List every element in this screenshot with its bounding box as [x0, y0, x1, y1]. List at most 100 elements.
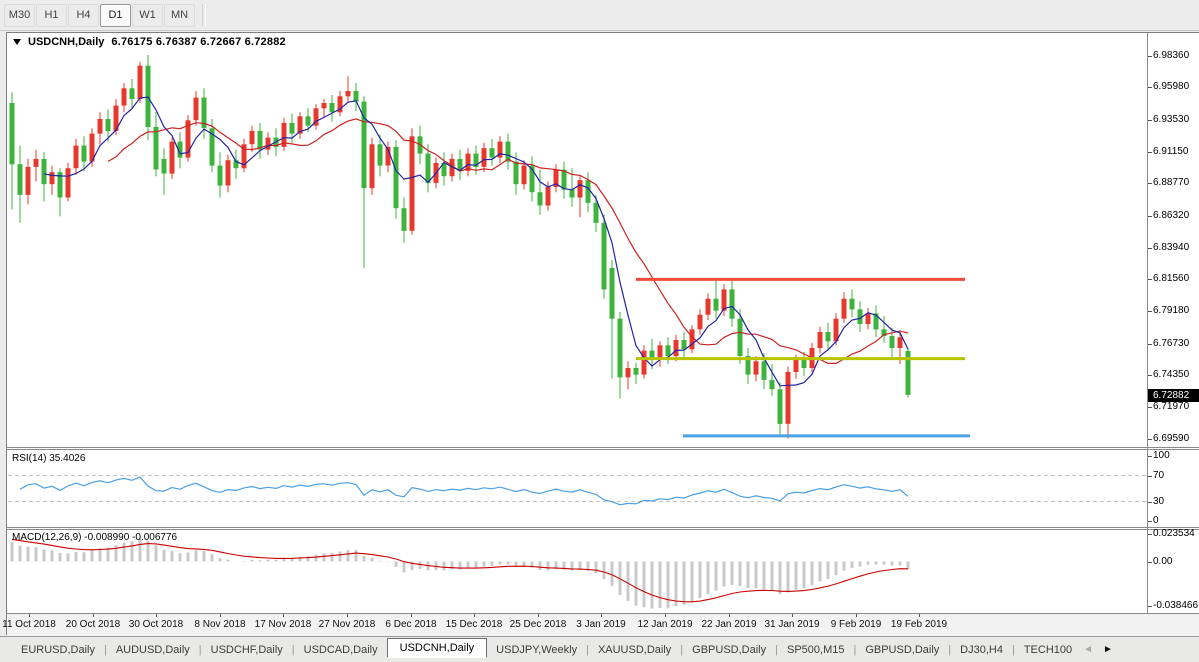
macd-axis-label: -0.038466 [1153, 600, 1198, 611]
chart-tab-audusd-daily[interactable]: AUDUSD,Daily [107, 641, 199, 659]
date-axis-label: 12 Jan 2019 [637, 619, 692, 630]
current-price-tag: 6.72882 [1148, 389, 1199, 402]
candle-body [890, 336, 895, 348]
chart-tab-dj30-h4[interactable]: DJ30,H4 [951, 641, 1012, 659]
candle-body [354, 91, 359, 102]
candle-body [546, 187, 551, 206]
date-axis-tick [220, 614, 221, 617]
candle-body [826, 332, 831, 341]
rsi-axis-label: 30 [1153, 496, 1164, 507]
candle-body [634, 368, 639, 375]
price-axis-label: 6.91150 [1153, 146, 1188, 157]
date-axis-tick [729, 614, 730, 617]
price-axis-label: 6.71970 [1153, 401, 1189, 412]
candle-body [794, 360, 799, 372]
candle-body [226, 160, 231, 185]
date-axis-label: 27 Nov 2018 [319, 619, 376, 630]
candle-body [410, 136, 415, 231]
chart-tab-usdcnh-daily[interactable]: USDCNH,Daily [387, 638, 488, 658]
candle-body [106, 119, 111, 131]
chart-tab-eurusd-daily[interactable]: EURUSD,Daily [12, 641, 104, 659]
tab-scroll-right-icon[interactable]: ► [1103, 644, 1113, 655]
candle-body [378, 144, 383, 165]
timeframe-button-d1[interactable]: D1 [100, 4, 131, 27]
price-axis-label: 6.93530 [1153, 114, 1189, 125]
candle-body [370, 144, 375, 188]
date-axis-label: 20 Oct 2018 [66, 619, 120, 630]
panel-splitter[interactable] [7, 447, 1199, 448]
macd-axis-label: 0.00 [1153, 556, 1172, 567]
candle-body [162, 159, 167, 174]
candle-body [682, 340, 687, 349]
timeframe-button-h1[interactable]: H1 [36, 4, 67, 27]
date-axis-tick [792, 614, 793, 617]
candle-body [146, 66, 151, 127]
panel-splitter[interactable] [7, 529, 1199, 530]
candle-body [66, 168, 71, 197]
price-axis-label: 6.88770 [1153, 177, 1189, 188]
chart-tab-usdjpy-weekly[interactable]: USDJPY,Weekly [487, 641, 586, 659]
macd-signal-line [12, 539, 908, 601]
candle-body [74, 146, 79, 169]
macd-axis-label: 0.023534 [1153, 528, 1195, 539]
timeframe-button-h4[interactable]: H4 [68, 4, 99, 27]
chevron-down-icon[interactable] [13, 39, 21, 45]
candle-body [426, 154, 431, 183]
panel-splitter[interactable] [7, 527, 1199, 528]
candle-body [26, 167, 31, 195]
date-axis-tick [347, 614, 348, 617]
tab-scroll-left-icon[interactable]: ◄ [1083, 644, 1093, 655]
date-axis-label: 15 Dec 2018 [446, 619, 503, 630]
macd-panel[interactable] [8, 530, 1147, 612]
date-axis-label: 19 Feb 2019 [891, 619, 947, 630]
candle-body [706, 299, 711, 315]
chart-tab-sp500-m15[interactable]: SP500,M15 [778, 641, 853, 659]
candle-body [250, 131, 255, 144]
timeframe-button-m30[interactable]: M30 [4, 4, 35, 27]
date-axis-label: 8 Nov 2018 [194, 619, 245, 630]
date-axis-label: 3 Jan 2019 [576, 619, 626, 630]
chart-tab-usdcad-daily[interactable]: USDCAD,Daily [295, 641, 387, 659]
date-axis[interactable]: 11 Oct 201820 Oct 201830 Oct 20188 Nov 2… [7, 613, 1199, 636]
candle-body [538, 192, 543, 205]
candle-body [802, 360, 807, 368]
timeframe-button-mn[interactable]: MN [164, 4, 195, 27]
price-axis-label: 6.69590 [1153, 433, 1189, 444]
candle-body [514, 162, 519, 185]
rsi-axis-label: 70 [1153, 470, 1164, 481]
chart-tab-gbpusd-daily[interactable]: GBPUSD,Daily [683, 641, 775, 659]
timeframe-button-w1[interactable]: W1 [132, 4, 163, 27]
candle-body [122, 88, 127, 105]
candle-body [610, 268, 615, 319]
price-axis-label: 6.98360 [1153, 50, 1189, 61]
toolbar-separator [202, 4, 206, 26]
candle-body [266, 138, 271, 150]
rsi-line [20, 477, 908, 505]
macd-indicator-label: MACD(12,26,9) -0.008990 -0.006776 [12, 532, 177, 543]
candle-body [730, 289, 735, 318]
candle-body [666, 345, 671, 356]
chart-tab-xauusd-daily[interactable]: XAUUSD,Daily [589, 641, 680, 659]
candle-body [714, 299, 719, 311]
candle-body [170, 142, 175, 174]
chart-tab-tech100[interactable]: TECH100 [1015, 641, 1081, 659]
ma-fast-line [44, 97, 908, 386]
chart-tab-usdchf-daily[interactable]: USDCHF,Daily [202, 641, 292, 659]
candle-body [570, 190, 575, 198]
chart-ohlc-values: 6.76175 6.76387 6.72667 6.72882 [111, 36, 285, 48]
price-axis-label: 6.81560 [1153, 273, 1189, 284]
candle-body [850, 299, 855, 310]
main-price-chart[interactable] [8, 34, 1147, 447]
candle-body [898, 337, 903, 348]
candle-body [762, 361, 767, 380]
rsi-panel[interactable] [8, 450, 1147, 527]
chart-title-row: USDCNH,Daily 6.76175 6.76387 6.72667 6.7… [13, 36, 286, 48]
candle-body [306, 116, 311, 125]
date-axis-tick [919, 614, 920, 617]
candle-body [626, 368, 631, 377]
tab-scroll-arrows: ◄ ► [1083, 644, 1113, 655]
chart-tab-gbpusd-daily[interactable]: GBPUSD,Daily [856, 641, 948, 659]
panel-splitter[interactable] [7, 449, 1199, 450]
candle-body [394, 147, 399, 208]
date-axis-tick [474, 614, 475, 617]
